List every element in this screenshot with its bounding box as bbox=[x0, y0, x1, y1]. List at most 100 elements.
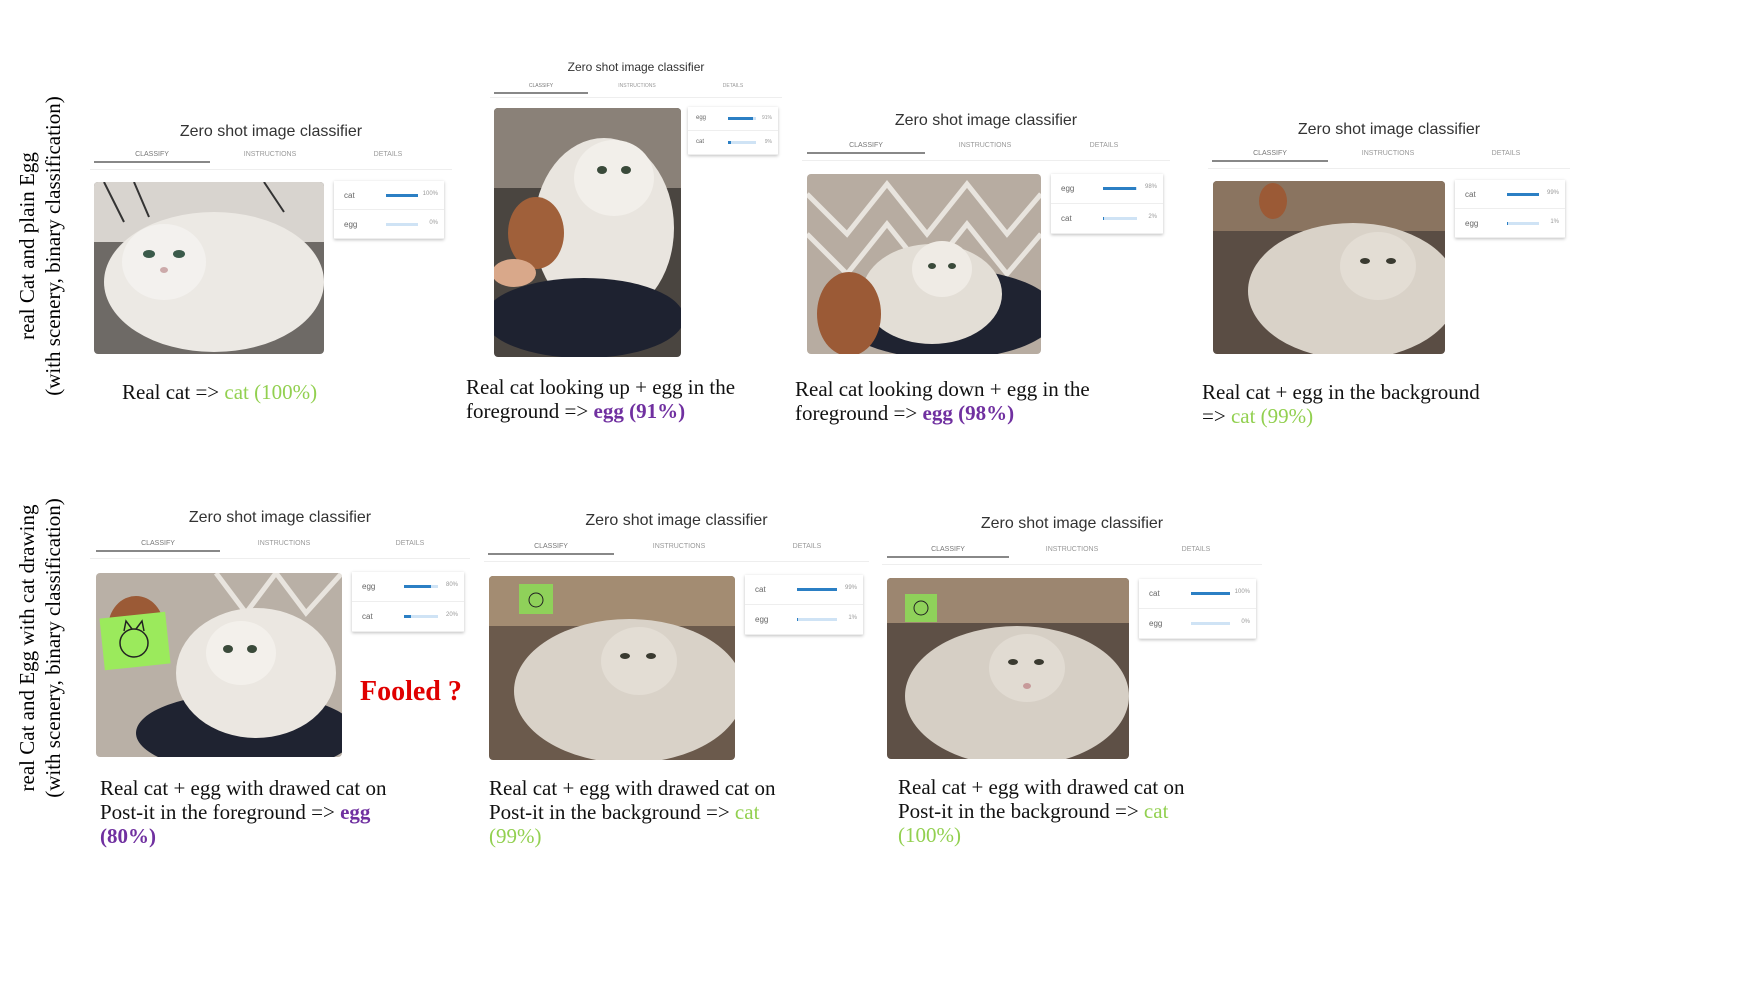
tab-details[interactable]: DETAILS bbox=[1045, 142, 1163, 149]
row-label-top: real Cat and plain Egg (with scenery, bi… bbox=[14, 76, 66, 416]
caption-6: Real cat + egg with drawed cat on Post-i… bbox=[489, 776, 779, 848]
result-bar bbox=[386, 194, 418, 197]
result-bar-track bbox=[1103, 217, 1137, 220]
tab-classify[interactable]: CLASSIFY bbox=[488, 543, 614, 555]
row-label-top-line1: real Cat and plain Egg bbox=[15, 152, 39, 340]
result-bar bbox=[1507, 193, 1539, 196]
result-percent: 9% bbox=[764, 139, 772, 145]
tab-instructions[interactable]: INSTRUCTIONS bbox=[590, 83, 684, 89]
tab-details[interactable]: DETAILS bbox=[1135, 546, 1257, 553]
result-bar bbox=[797, 588, 837, 591]
panel-title: Zero shot image classifier bbox=[980, 515, 1164, 532]
result-row: cat 9% bbox=[688, 131, 778, 155]
cat-photo bbox=[94, 182, 324, 354]
results-card: cat 99% egg 1% bbox=[1455, 180, 1565, 238]
result-percent: 98% bbox=[1144, 184, 1157, 190]
classifier-panel-4: Zero shot image classifier CLASSIFY INST… bbox=[1208, 117, 1570, 362]
caption-text: Real cat + egg with drawed cat on Post-i… bbox=[898, 775, 1185, 823]
tab-instructions[interactable]: INSTRUCTIONS bbox=[926, 142, 1044, 149]
result-row: cat 100% bbox=[334, 181, 444, 210]
cat-postit-photo bbox=[489, 576, 735, 760]
tab-details[interactable]: DETAILS bbox=[1448, 150, 1564, 157]
result-label: egg bbox=[1061, 184, 1075, 193]
tab-details[interactable]: DETAILS bbox=[348, 540, 472, 547]
result-bar bbox=[404, 615, 411, 618]
caption-result: egg (91%) bbox=[593, 399, 686, 423]
result-bar bbox=[728, 117, 754, 120]
result-bar bbox=[1103, 217, 1104, 220]
classifier-panel-5: Zero shot image classifier CLASSIFY INST… bbox=[90, 505, 470, 763]
results-card: cat 100% egg 0% bbox=[334, 181, 444, 239]
result-percent: 1% bbox=[1550, 219, 1559, 225]
result-percent: 80% bbox=[445, 582, 458, 588]
caption-1: Real cat => cat (100%) bbox=[122, 380, 442, 404]
result-row: egg 98% bbox=[1051, 174, 1163, 204]
result-bar-track bbox=[728, 117, 756, 120]
caption-3: Real cat looking down + egg in the foreg… bbox=[795, 377, 1095, 425]
tab-instructions[interactable]: INSTRUCTIONS bbox=[1011, 546, 1133, 553]
tab-details[interactable]: DETAILS bbox=[686, 83, 780, 89]
result-bar-track bbox=[404, 615, 438, 618]
cat-postit-photo bbox=[96, 573, 342, 757]
result-row: egg 1% bbox=[745, 605, 863, 635]
tab-instructions[interactable]: INSTRUCTIONS bbox=[616, 543, 742, 550]
tab-instructions[interactable]: INSTRUCTIONS bbox=[212, 151, 328, 158]
tab-classify[interactable]: CLASSIFY bbox=[494, 83, 588, 94]
tab-details[interactable]: DETAILS bbox=[330, 151, 446, 158]
result-label: egg bbox=[755, 615, 769, 624]
tab-bar: CLASSIFY INSTRUCTIONS DETAILS bbox=[484, 543, 869, 562]
tab-instructions[interactable]: INSTRUCTIONS bbox=[1330, 150, 1446, 157]
result-label: cat bbox=[1061, 214, 1072, 223]
result-label: egg bbox=[344, 220, 358, 229]
tab-bar: CLASSIFY INSTRUCTIONS DETAILS bbox=[90, 151, 452, 170]
result-bar-track bbox=[797, 588, 837, 591]
result-label: egg bbox=[1465, 219, 1479, 228]
results-card: cat 100% egg 0% bbox=[1139, 579, 1256, 639]
panel-title: Zero shot image classifier bbox=[188, 509, 372, 526]
result-percent: 0% bbox=[1241, 619, 1250, 625]
tab-details[interactable]: DETAILS bbox=[744, 543, 870, 550]
result-label: egg bbox=[1149, 619, 1163, 628]
result-row: cat 2% bbox=[1051, 204, 1163, 234]
tab-classify[interactable]: CLASSIFY bbox=[96, 540, 220, 552]
row-label-bottom: real Cat and Egg with cat drawing (with … bbox=[14, 468, 66, 828]
row-label-bottom-line2: (with scenery, binary classification) bbox=[41, 498, 65, 798]
result-bar-track bbox=[1103, 187, 1137, 190]
result-label: egg bbox=[696, 115, 707, 121]
panel-title: Zero shot image classifier bbox=[894, 112, 1078, 129]
panel-title: Zero shot image classifier bbox=[1297, 121, 1481, 138]
tab-classify[interactable]: CLASSIFY bbox=[887, 546, 1009, 558]
result-percent: 91% bbox=[761, 115, 772, 121]
classifier-panel-7: Zero shot image classifier CLASSIFY INST… bbox=[882, 511, 1262, 769]
cat-egg-photo bbox=[494, 108, 681, 357]
results-card: egg 98% cat 2% bbox=[1051, 174, 1163, 234]
tab-classify[interactable]: CLASSIFY bbox=[1212, 150, 1328, 162]
caption-result: egg (98%) bbox=[922, 401, 1015, 425]
result-percent: 2% bbox=[1148, 214, 1157, 220]
result-row: egg 0% bbox=[1139, 609, 1256, 639]
result-row: egg 80% bbox=[352, 572, 464, 602]
result-bar bbox=[404, 585, 432, 588]
result-bar bbox=[1103, 187, 1137, 190]
result-bar-track bbox=[1507, 193, 1539, 196]
caption-result: cat (100%) bbox=[224, 380, 318, 404]
result-percent: 99% bbox=[844, 585, 857, 591]
results-card: egg 80% cat 20% bbox=[352, 572, 464, 632]
tab-instructions[interactable]: INSTRUCTIONS bbox=[222, 540, 346, 547]
panel-title: Zero shot image classifier bbox=[567, 60, 705, 74]
classifier-panel-2: Zero shot image classifier CLASSIFY INST… bbox=[490, 55, 782, 363]
result-bar-track bbox=[1191, 592, 1230, 595]
result-bar bbox=[1191, 592, 1230, 595]
result-percent: 20% bbox=[445, 612, 458, 618]
result-percent: 0% bbox=[429, 220, 438, 226]
caption-7: Real cat + egg with drawed cat on Post-i… bbox=[898, 775, 1188, 847]
tab-classify[interactable]: CLASSIFY bbox=[807, 142, 925, 154]
result-label: cat bbox=[1149, 589, 1160, 598]
result-percent: 99% bbox=[1546, 190, 1559, 196]
result-label: cat bbox=[1465, 190, 1476, 199]
results-card: cat 99% egg 1% bbox=[745, 575, 863, 635]
tab-classify[interactable]: CLASSIFY bbox=[94, 151, 210, 163]
result-label: cat bbox=[696, 139, 705, 145]
result-row: egg 0% bbox=[334, 210, 444, 239]
result-row: cat 20% bbox=[352, 602, 464, 632]
